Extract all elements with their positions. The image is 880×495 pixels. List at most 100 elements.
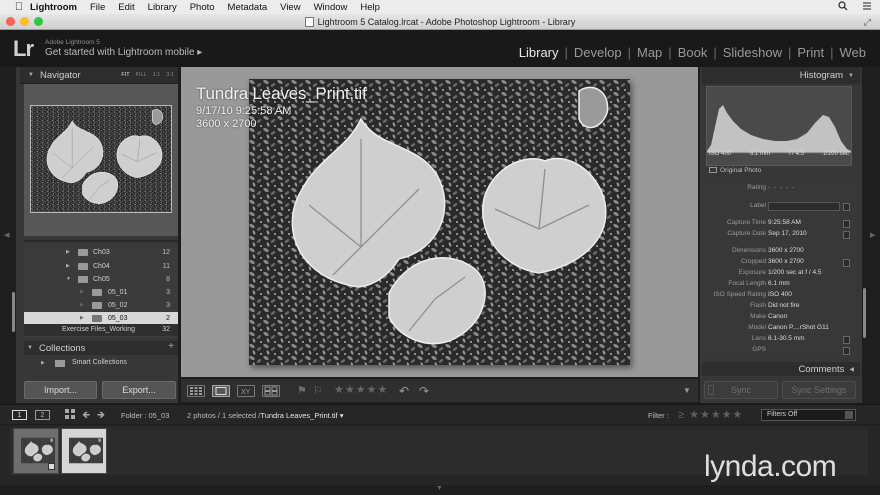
folder-exercise-files[interactable]: Exercise Files_Working 32: [24, 324, 178, 336]
screen-1-button[interactable]: 1: [12, 410, 27, 420]
fullscreen-icon[interactable]: ⤢: [864, 17, 871, 28]
left-panel-toggle-icon[interactable]: ◀: [4, 231, 9, 239]
import-button[interactable]: Import...: [24, 381, 97, 399]
minimize-window-button[interactable]: [20, 17, 29, 26]
histogram-header[interactable]: Histogram ▼: [702, 67, 860, 84]
back-arrow-icon[interactable]: 🡸: [82, 408, 90, 425]
label-dropdown-button[interactable]: [843, 203, 850, 211]
metadata-row: GPS: [704, 346, 856, 357]
toolbar-menu-chevron-icon[interactable]: ▼: [683, 386, 691, 395]
document-icon: [304, 16, 314, 27]
collapse-triangle-icon[interactable]: ▼: [28, 72, 34, 78]
smart-collection-icon: [55, 360, 65, 367]
grid-view-button[interactable]: [187, 385, 205, 397]
survey-view-button[interactable]: [262, 385, 280, 397]
apple-icon[interactable]: : [8, 1, 30, 13]
list-icon[interactable]: [862, 1, 872, 11]
menu-view[interactable]: View: [280, 2, 300, 13]
collapse-triangle-icon[interactable]: ▼: [848, 73, 854, 79]
zoom-window-button[interactable]: [34, 17, 43, 26]
rotate-left-icon[interactable]: ↶: [399, 384, 409, 398]
compare-view-button[interactable]: XY: [237, 385, 255, 397]
sync-settings-button[interactable]: Sync Settings: [782, 381, 856, 399]
filter-preset-dropdown[interactable]: Filters Off: [761, 409, 856, 421]
module-slideshow[interactable]: Slideshow: [717, 45, 788, 60]
filmstrip-thumbnail-selected[interactable]: [61, 428, 107, 474]
filter-rating-stars[interactable]: ≥ ★★★★★: [678, 408, 743, 421]
module-library[interactable]: Library: [513, 45, 565, 60]
loupe-dimensions: 3600 x 2700: [196, 118, 257, 130]
module-print[interactable]: Print: [791, 45, 830, 60]
folder-icon: [92, 302, 102, 309]
export-button[interactable]: Export...: [102, 381, 176, 399]
screen-2-button[interactable]: 2: [35, 410, 50, 420]
loupe-filename: Tundra Leaves_Print.tif: [196, 84, 367, 103]
window-title: Lightroom 5 Catalog.lrcat - Adobe Photos…: [317, 16, 576, 27]
grid-icon[interactable]: [65, 409, 75, 419]
library-toolbar: XY ⚑ ⚐ ★★★★★ ↶ ↷ ▼: [181, 378, 698, 402]
folder-row[interactable]: ▶ 05_02 3: [24, 299, 178, 311]
mac-menubar:  Lightroom File Edit Library Photo Meta…: [0, 0, 880, 14]
capture-time-button[interactable]: [843, 220, 850, 228]
right-panel-scrollbar[interactable]: [863, 288, 866, 338]
expand-triangle-icon[interactable]: ◀: [849, 366, 854, 373]
gps-button[interactable]: [843, 347, 850, 355]
sync-button[interactable]: Sync: [704, 381, 778, 399]
cropped-button[interactable]: [843, 259, 850, 267]
navigator-header[interactable]: ▼ Navigator FIT FILL 1:1 3:1: [20, 67, 178, 84]
flag-reject-icon[interactable]: ⚐: [313, 384, 323, 397]
module-map[interactable]: Map: [631, 45, 668, 60]
menu-edit[interactable]: Edit: [118, 2, 134, 13]
mobile-link[interactable]: Get started with Lightroom mobile ▸: [45, 47, 202, 58]
menu-window[interactable]: Window: [314, 2, 348, 13]
navigator-preview[interactable]: [24, 84, 178, 236]
close-window-button[interactable]: [6, 17, 15, 26]
folder-row[interactable]: ▶ 05_01 3: [24, 286, 178, 298]
menu-metadata[interactable]: Metadata: [228, 2, 268, 13]
module-web[interactable]: Web: [834, 45, 873, 60]
filmstrip-source[interactable]: Folder : 05_03: [121, 411, 169, 420]
lens-button[interactable]: [843, 336, 850, 344]
menu-help[interactable]: Help: [360, 2, 380, 13]
right-panel-toggle-icon[interactable]: ▶: [870, 231, 875, 239]
folder-row[interactable]: ▼ Ch05 8: [24, 273, 178, 285]
folder-row[interactable]: ▶ Ch04 11: [24, 260, 178, 272]
folder-row[interactable]: ▶ Ch03 12: [24, 246, 178, 258]
metadata-row: Lens 6.1-30.5 mm: [704, 335, 856, 346]
sync-toggle-icon[interactable]: [708, 385, 714, 395]
rotate-right-icon[interactable]: ↷: [419, 384, 429, 398]
hist-iso: ISO 400: [709, 151, 732, 157]
zoom-fit[interactable]: FIT: [121, 72, 129, 78]
metadata-panel: Rating · · · · · Label Capture Time 9:25:5…: [704, 184, 856, 358]
flag-pick-icon[interactable]: ⚑: [297, 384, 307, 397]
metadata-row: Make Canon: [750, 313, 788, 320]
filmstrip-thumbnail[interactable]: [13, 428, 59, 474]
filmstrip-toggle-icon[interactable]: ▼: [436, 485, 443, 492]
filmstrip-count[interactable]: 2 photos / 1 selected /Tundra Leaves_Pri…: [187, 411, 344, 420]
navigator-thumbnail[interactable]: [30, 105, 172, 213]
rating-stars[interactable]: ★★★★★: [334, 383, 388, 396]
folder-row-selected[interactable]: ▶ 05_03 2: [24, 312, 178, 324]
search-icon[interactable]: [838, 1, 848, 11]
zoom-1-1[interactable]: 1:1: [153, 72, 161, 78]
collapse-triangle-icon[interactable]: ▼: [27, 345, 33, 351]
folder-icon: [92, 289, 102, 296]
module-develop[interactable]: Develop: [568, 45, 628, 60]
zoom-3-1[interactable]: 3:1: [166, 72, 174, 78]
collections-header[interactable]: ▼ Collections +: [24, 341, 178, 355]
module-book[interactable]: Book: [672, 45, 714, 60]
loupe-view-button[interactable]: [212, 385, 230, 397]
comments-header[interactable]: Comments ◀: [702, 362, 860, 376]
menu-library[interactable]: Library: [148, 2, 177, 13]
original-photo-label: Original Photo: [709, 167, 761, 174]
zoom-fill[interactable]: FILL: [136, 72, 147, 78]
forward-arrow-icon[interactable]: 🡺: [97, 408, 105, 425]
menu-photo[interactable]: Photo: [190, 2, 215, 13]
add-collection-button[interactable]: +: [168, 341, 174, 352]
left-panel-scrollbar[interactable]: [12, 292, 15, 332]
menu-file[interactable]: File: [90, 2, 105, 13]
original-photo-icon: [709, 167, 717, 173]
menu-lightroom[interactable]: Lightroom: [30, 2, 77, 13]
capture-date-button[interactable]: [843, 231, 850, 239]
smart-collections-row[interactable]: ▶ Smart Collections: [24, 357, 178, 370]
